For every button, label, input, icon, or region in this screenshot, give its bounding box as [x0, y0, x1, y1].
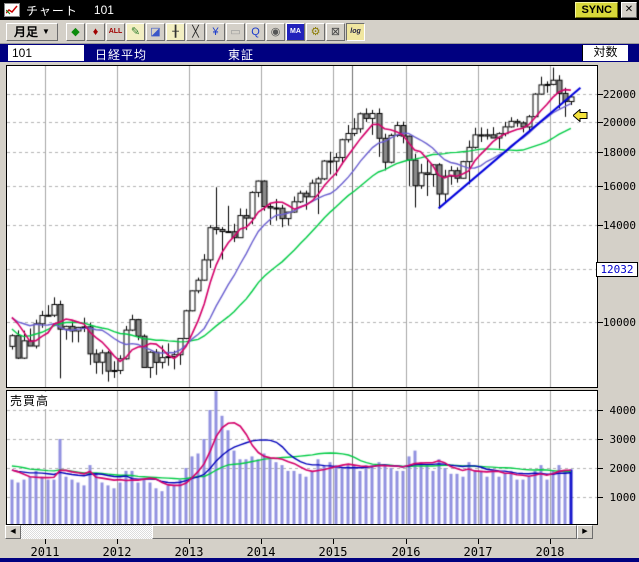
year-axis-tick: [117, 539, 118, 544]
zoom-search-icon[interactable]: Q: [246, 22, 265, 41]
toolbar: 月足 ▼ ◆ ♦ ALL ✎ ◪ ╂ ╳ ¥ ▭ Q ◉ MA ⚙ ⊠ log: [0, 20, 639, 44]
volume-axis-label: 4000: [609, 404, 637, 417]
year-axis-label: 2017: [463, 545, 493, 559]
show-all-icon[interactable]: ALL: [106, 22, 125, 41]
scrollbar-track[interactable]: [21, 525, 577, 539]
year-axis-tick: [550, 539, 551, 544]
draw-pencil-icon[interactable]: ✎: [126, 22, 145, 41]
interval-label: 月足: [14, 25, 39, 39]
year-axis-tick: [45, 539, 46, 544]
volume-panel-label: 売買高: [10, 392, 50, 409]
year-axis-tick: [406, 539, 407, 544]
price-axis-label: 10000: [602, 316, 636, 329]
year-axis-tick: [333, 539, 334, 544]
year-axis-label: 2013: [174, 545, 204, 559]
toolbar-icons: ◆ ♦ ALL ✎ ◪ ╂ ╳ ¥ ▭ Q ◉ MA ⚙ ⊠ log: [66, 22, 366, 41]
interval-dropdown[interactable]: 月足 ▼: [6, 22, 58, 41]
log-scale-icon[interactable]: log: [346, 22, 365, 41]
yen-scale-icon[interactable]: ¥: [206, 22, 225, 41]
window-title: チャート: [26, 3, 78, 18]
year-axis-label: 2014: [246, 545, 276, 559]
window-title-code: 101: [93, 3, 114, 17]
year-axis-label: 2015: [318, 545, 348, 559]
window-bottom-edge: [0, 558, 639, 562]
sync-button[interactable]: SYNC: [575, 2, 618, 18]
flag-tool-icon[interactable]: ⊠: [326, 22, 345, 41]
cursor-marker-icon[interactable]: [572, 108, 588, 127]
globe-settings-icon[interactable]: ◉: [266, 22, 285, 41]
volume-canvas[interactable]: [7, 391, 597, 524]
volume-panel[interactable]: 売買高: [6, 390, 598, 525]
symbol-exchange: 東証: [228, 48, 255, 62]
symbol-code-field[interactable]: 101: [8, 45, 84, 61]
volume-axis-label: 3000: [609, 433, 637, 446]
year-axis-label: 2012: [102, 545, 132, 559]
symbol-name: 日経平均: [95, 48, 148, 62]
symbol-header: 101 日経平均 東証 対数: [0, 44, 639, 62]
scrollbar-thumb[interactable]: [152, 525, 577, 539]
title-bar: チャート 101 SYNC ✕: [0, 0, 639, 20]
grid-cross-icon[interactable]: ╂: [166, 22, 185, 41]
close-icon[interactable]: ✕: [621, 2, 637, 18]
settings-gears-icon[interactable]: ⚙: [306, 22, 325, 41]
price-axis-label: 22000: [602, 88, 636, 101]
year-axis-tick: [189, 539, 190, 544]
year-axis-label: 2011: [30, 545, 60, 559]
price-axis-label: 20000: [602, 116, 636, 129]
slider-icon[interactable]: ▭: [226, 22, 245, 41]
price-axis-label: 18000: [602, 146, 636, 159]
app-icon: [4, 3, 20, 17]
year-axis-label: 2018: [535, 545, 565, 559]
volume-axis-label: 2000: [609, 462, 637, 475]
price-marker-label: 12032: [596, 262, 638, 277]
price-axis-label: 16000: [602, 180, 636, 193]
scroll-right-icon[interactable]: ▶: [577, 525, 593, 539]
eraser-icon[interactable]: ◪: [146, 22, 165, 41]
bar-width-shrink-icon[interactable]: ♦: [86, 22, 105, 41]
price-chart-canvas[interactable]: [7, 66, 597, 387]
scale-mode-label: 対数: [582, 45, 628, 61]
scroll-left-icon[interactable]: ◀: [5, 525, 21, 539]
chart-window: チャート 101 SYNC ✕ 月足 ▼ ◆ ♦ ALL ✎ ◪ ╂ ╳ ¥ ▭ Q ◉ MA ⚙ ⊠ lo…: [0, 0, 639, 562]
bar-width-expand-icon[interactable]: ◆: [66, 22, 85, 41]
price-chart-panel[interactable]: [6, 65, 598, 388]
ma-icon[interactable]: MA: [286, 22, 305, 41]
year-axis-label: 2016: [391, 545, 421, 559]
price-axis-label: 14000: [602, 219, 636, 232]
chevron-down-icon: ▼: [42, 27, 50, 36]
year-axis-tick: [261, 539, 262, 544]
year-axis-tick: [478, 539, 479, 544]
horizontal-scrollbar[interactable]: ◀ ▶: [5, 525, 594, 539]
volume-axis-label: 1000: [609, 491, 637, 504]
trendline-tool-icon[interactable]: ╳: [186, 22, 205, 41]
